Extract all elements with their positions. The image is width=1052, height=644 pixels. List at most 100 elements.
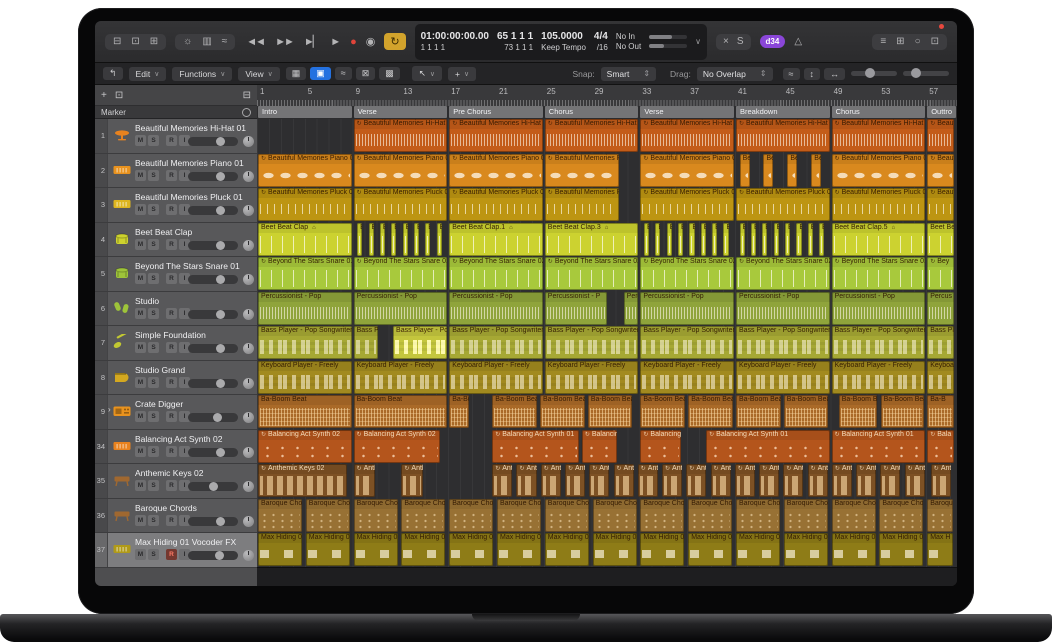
region[interactable]: Ba-Boom Beat	[492, 395, 537, 428]
capture-recording-button[interactable]: ◉	[366, 37, 374, 47]
pan-knob[interactable]	[243, 274, 254, 285]
region[interactable]: B	[403, 223, 408, 256]
region[interactable]: ↻Balancing Act Synth 01	[832, 430, 926, 463]
region[interactable]: ↻Beyond The Stars Snare 01.1	[354, 257, 448, 290]
vertical-zoom-slider[interactable]	[851, 71, 897, 76]
region[interactable]: Be	[787, 154, 797, 187]
pan-knob[interactable]	[243, 240, 254, 251]
metronome-icon[interactable]: △	[794, 37, 802, 47]
region[interactable]: Bass Player - Pop Songwriter	[640, 326, 734, 359]
volume-slider[interactable]	[188, 482, 238, 491]
horizontal-auto-zoom-button[interactable]: ↔	[824, 68, 845, 80]
region[interactable]: ↻Beauti	[927, 188, 954, 221]
region[interactable]: ↻Beautiful Memories Piano 01.1	[354, 154, 448, 187]
mute-button[interactable]: M	[135, 411, 146, 422]
region[interactable]: Max Hiding 01 V	[736, 533, 780, 566]
region[interactable]: ↻Balancing Act Synth 01	[492, 430, 578, 463]
mute-button[interactable]: M	[135, 446, 146, 457]
loop-browser-button[interactable]: ○	[915, 37, 921, 47]
region[interactable]: ↻Beautiful Memories Pluck 02	[449, 188, 543, 221]
region[interactable]: ↻Beautiful Memories Hi-Hat 0	[449, 119, 543, 152]
pan-knob[interactable]	[243, 516, 254, 527]
region[interactable]: Max Hiding 01 V	[640, 533, 684, 566]
secondary-tool-menu[interactable]: +∨	[448, 67, 476, 81]
region[interactable]: ↻Anthe	[492, 464, 512, 497]
region[interactable]: Percussionist - Pop	[354, 292, 448, 325]
region[interactable]: ↻Beautiful Memories Hi-Hat 02.3	[736, 119, 830, 152]
region[interactable]: ↻Beyond The Stars Snare 02.3	[736, 257, 830, 290]
record-enable-button[interactable]: R	[166, 377, 177, 388]
region[interactable]: Max Hiding 01 V	[593, 533, 637, 566]
volume-slider[interactable]	[188, 137, 238, 146]
region[interactable]: B	[808, 223, 813, 256]
region[interactable]: Bass Player - Pop Songwriter	[545, 326, 639, 359]
region[interactable]: Percussionist - P	[545, 292, 608, 325]
record-enable-button[interactable]: R	[166, 342, 177, 353]
pan-knob[interactable]	[243, 447, 254, 458]
solo-button[interactable]: S	[148, 515, 159, 526]
region[interactable]: Bass P	[354, 326, 378, 359]
inspector-button[interactable]: ⊡	[131, 37, 139, 47]
solo-button[interactable]: S	[148, 170, 159, 181]
record-enable-button[interactable]: R	[166, 273, 177, 284]
region[interactable]: Baroque Chords	[545, 499, 589, 532]
region[interactable]: ↻Balancing Act Synth 02	[354, 430, 440, 463]
volume-slider[interactable]	[188, 172, 238, 181]
solo-button[interactable]: S	[737, 37, 744, 47]
region[interactable]: ↻Bala	[927, 430, 954, 463]
mute-button[interactable]: M	[135, 480, 146, 491]
region[interactable]: ↻Beautiful Memories Pluck 02.2	[640, 188, 734, 221]
region[interactable]: Max Hiding 01 V	[401, 533, 445, 566]
region[interactable]: B	[655, 223, 660, 256]
record-enable-button[interactable]: R	[166, 135, 177, 146]
region[interactable]: Baroque Chords	[784, 499, 828, 532]
region[interactable]: Bass Player - Pop Songwriter	[449, 326, 543, 359]
track-header-34[interactable]: 34Balancing Act Synth 02MSRI	[95, 430, 257, 465]
region[interactable]: ↻Balancing Act	[640, 430, 681, 463]
region[interactable]: Ba-Boom Beat	[881, 395, 924, 428]
region[interactable]: ↻Beautiful Memories Piano 02	[545, 154, 619, 187]
region[interactable]: B	[369, 223, 374, 256]
region[interactable]: ↻Beauti	[927, 154, 954, 187]
pan-knob[interactable]	[243, 378, 254, 389]
record-enable-button[interactable]: R	[166, 308, 177, 319]
region[interactable]: Max Hiding 01 V	[354, 533, 398, 566]
region[interactable]: B	[819, 223, 824, 256]
volume-slider[interactable]	[188, 551, 238, 560]
region[interactable]: Keyboard Player - Freely	[736, 361, 830, 394]
track-header-7[interactable]: 7Simple FoundationMSRI	[95, 326, 257, 361]
record-enable-button[interactable]: R	[166, 515, 177, 526]
back-arrow-icon[interactable]: ↰	[103, 67, 123, 80]
solo-button[interactable]: S	[148, 342, 159, 353]
track-header-1[interactable]: 1Beautiful Memories Hi-Hat 01MSRI	[95, 119, 257, 154]
region[interactable]: Baroque Chords	[449, 499, 493, 532]
pan-knob[interactable]	[243, 481, 254, 492]
duplicate-track-button[interactable]: ⊡	[115, 90, 123, 101]
region[interactable]: ↻Beyond The Stars Snare 02∞	[449, 257, 543, 290]
functions-menu[interactable]: Functions∨	[172, 67, 232, 81]
region[interactable]: Ba-B	[927, 395, 954, 428]
region[interactable]: ↻Beyond The Stars Snare 02.2	[640, 257, 734, 290]
region[interactable]: ↻Beautiful Memories Pluck 02.3	[736, 188, 830, 221]
region[interactable]: ↻Beautiful Memories Pluck 02	[545, 188, 619, 221]
region[interactable]: Max Hiding 01 V	[497, 533, 541, 566]
region[interactable]: B	[425, 223, 430, 256]
region[interactable]: Percussionist - Pop	[258, 292, 352, 325]
pan-knob[interactable]	[243, 205, 254, 216]
mute-button[interactable]: M	[135, 377, 146, 388]
volume-slider[interactable]	[188, 379, 238, 388]
solo-button[interactable]: S	[148, 308, 159, 319]
region[interactable]: ↻Beautiful Memories Hi-Hat 03.1	[354, 119, 448, 152]
region[interactable]: Keyboard Player - Freely	[640, 361, 734, 394]
record-enable-button[interactable]: R	[166, 446, 177, 457]
region[interactable]: Beet Beat Clap.5⌂	[832, 223, 926, 256]
cycle-button[interactable]: ↻	[384, 33, 405, 50]
region[interactable]: ↻Beautiful Memories Piano 02	[449, 154, 543, 187]
solo-button[interactable]: S	[148, 411, 159, 422]
region[interactable]: ↻Anthe	[614, 464, 634, 497]
browsers-button[interactable]: ⊡	[931, 37, 939, 47]
pan-knob[interactable]	[243, 550, 254, 561]
region[interactable]: Be	[740, 154, 750, 187]
arrangement-marker[interactable]: Chorus	[545, 106, 639, 118]
region[interactable]: Max Hiding 01 V	[784, 533, 828, 566]
